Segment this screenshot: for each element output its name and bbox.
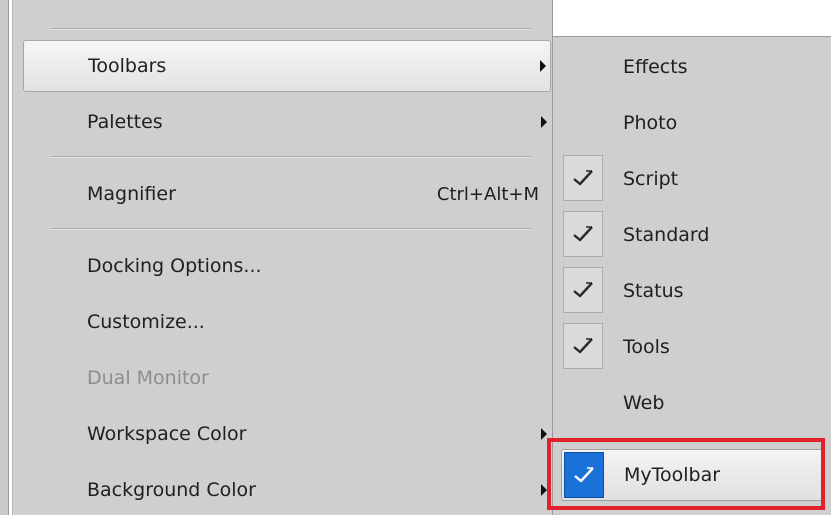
menu-item-background-color[interactable]: Background Color	[23, 464, 551, 515]
menu-item-shortcut: Ctrl+Alt+M	[436, 183, 539, 205]
menu-separator	[51, 28, 531, 30]
submenu-item-standard[interactable]: Standard	[561, 209, 823, 261]
menu-item-workspace-color[interactable]: Workspace Color	[23, 408, 551, 460]
menu-item-label: Magnifier	[87, 183, 176, 205]
menu-item-magnifier[interactable]: Magnifier Ctrl+Alt+M	[23, 168, 551, 220]
submenu-item-photo[interactable]: Photo	[561, 97, 823, 149]
menu-item-docking-options[interactable]: Docking Options...	[23, 240, 551, 292]
menu-item-label: Palettes	[87, 111, 163, 133]
menu-separator	[51, 228, 531, 230]
submenu-item-label: Status	[623, 280, 684, 302]
window-border	[0, 0, 9, 515]
menu-item-label: Background Color	[87, 479, 256, 501]
submenu-item-label: Standard	[623, 224, 710, 246]
checkmark-icon	[563, 267, 603, 313]
menu-item-label: Docking Options...	[87, 255, 262, 277]
screenshot-stage: Toolbars Palettes Magnifier Ctrl+Alt+M D…	[0, 0, 831, 515]
submenu-item-web[interactable]: Web	[561, 377, 823, 429]
submenu-item-label: Effects	[623, 56, 688, 78]
menu-item-toolbars[interactable]: Toolbars	[23, 40, 551, 92]
menu-item-label: Workspace Color	[87, 423, 247, 445]
background-window	[552, 0, 831, 36]
submenu-item-status[interactable]: Status	[561, 265, 823, 317]
menu-item-label: Toolbars	[88, 55, 167, 77]
submenu-item-tools[interactable]: Tools	[561, 321, 823, 373]
submenu-item-label: Tools	[623, 336, 670, 358]
checkmark-icon	[563, 211, 603, 257]
submenu-item-script[interactable]: Script	[561, 153, 823, 205]
menu-separator	[51, 156, 531, 158]
menu-item-label: Customize...	[87, 311, 205, 333]
submenu-item-label: Photo	[623, 112, 678, 134]
menu-item-customize[interactable]: Customize...	[23, 296, 551, 348]
submenu-item-label: Web	[623, 392, 665, 414]
menu-item-palettes[interactable]: Palettes	[23, 96, 551, 148]
submenu-arrow-icon	[540, 60, 546, 72]
checkmark-icon	[563, 323, 603, 369]
submenu-arrow-icon	[541, 116, 547, 128]
annotation-highlight-box	[547, 438, 825, 510]
menu-item-label: Dual Monitor	[87, 367, 209, 389]
view-menu: Toolbars Palettes Magnifier Ctrl+Alt+M D…	[12, 0, 553, 515]
submenu-item-label: Script	[623, 168, 679, 190]
submenu-item-effects[interactable]: Effects	[561, 41, 823, 93]
menu-item-dual-monitor: Dual Monitor	[23, 352, 551, 404]
checkmark-icon	[563, 155, 603, 201]
